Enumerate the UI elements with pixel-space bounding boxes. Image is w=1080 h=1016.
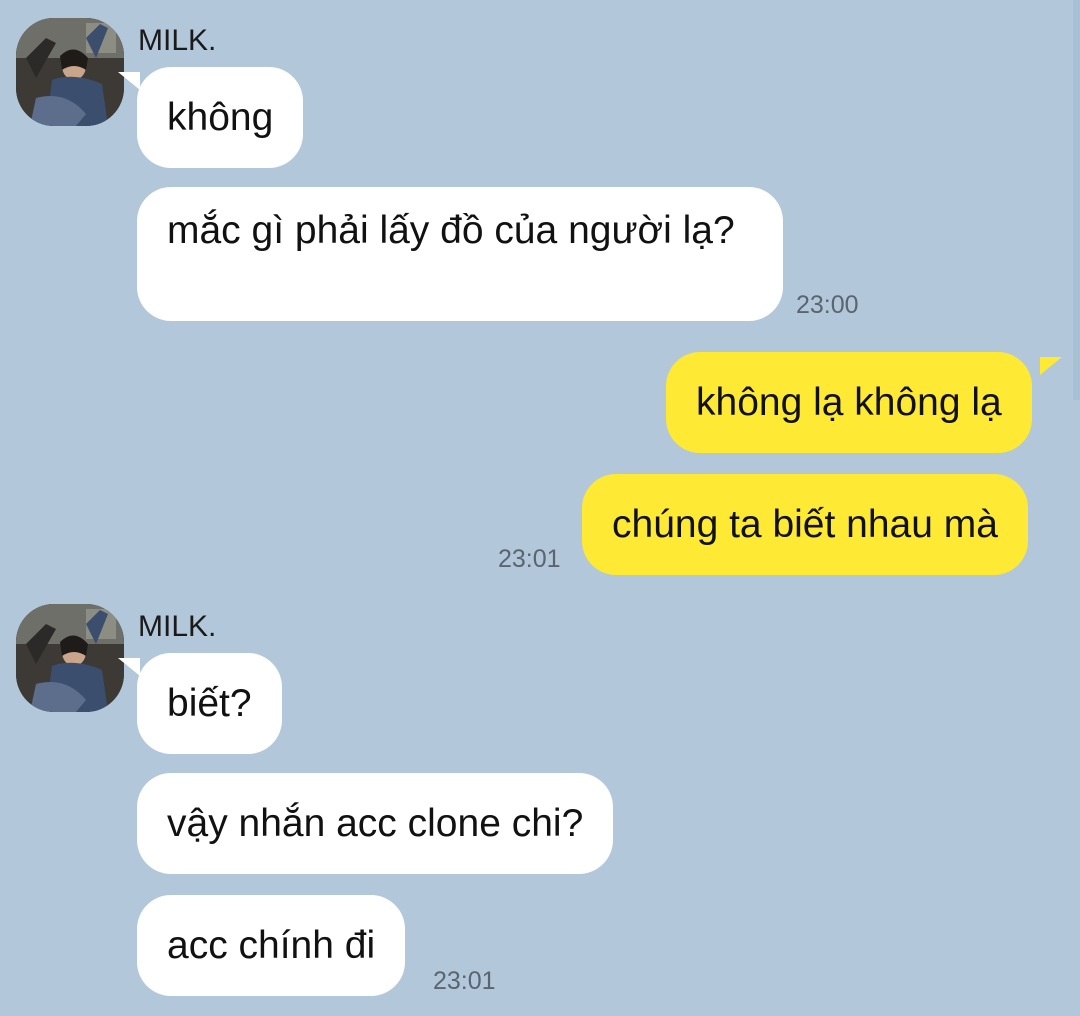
incoming-message-bubble[interactable]: không: [137, 67, 304, 168]
contact-avatar[interactable]: [16, 18, 124, 126]
avatar-photo-icon: [16, 604, 124, 712]
outgoing-message-bubble[interactable]: không lạ không lạ: [666, 352, 1032, 453]
scroll-edge: [1073, 0, 1080, 400]
outgoing-message-bubble[interactable]: chúng ta biết nhau mà: [582, 474, 1028, 575]
incoming-message-bubble[interactable]: mắc gì phải lấy đồ của người lạ?: [137, 187, 783, 321]
sender-name: MILK.: [138, 24, 217, 57]
bubble-tail: [118, 658, 140, 676]
avatar-photo-icon: [16, 18, 124, 126]
contact-avatar[interactable]: [16, 604, 124, 712]
message-timestamp: 23:00: [796, 291, 859, 319]
bubble-tail: [1040, 357, 1062, 375]
incoming-message-bubble[interactable]: vậy nhắn acc clone chi?: [137, 773, 614, 874]
message-timestamp: 23:01: [498, 545, 561, 573]
chat-thread[interactable]: MILK. không mắc gì phải lấy đồ của người…: [0, 0, 1080, 1016]
incoming-message-bubble[interactable]: acc chính đi: [137, 895, 406, 996]
sender-name: MILK.: [138, 610, 217, 643]
incoming-message-bubble[interactable]: biết?: [137, 653, 282, 754]
bubble-tail: [118, 72, 140, 90]
message-timestamp: 23:01: [433, 967, 496, 995]
